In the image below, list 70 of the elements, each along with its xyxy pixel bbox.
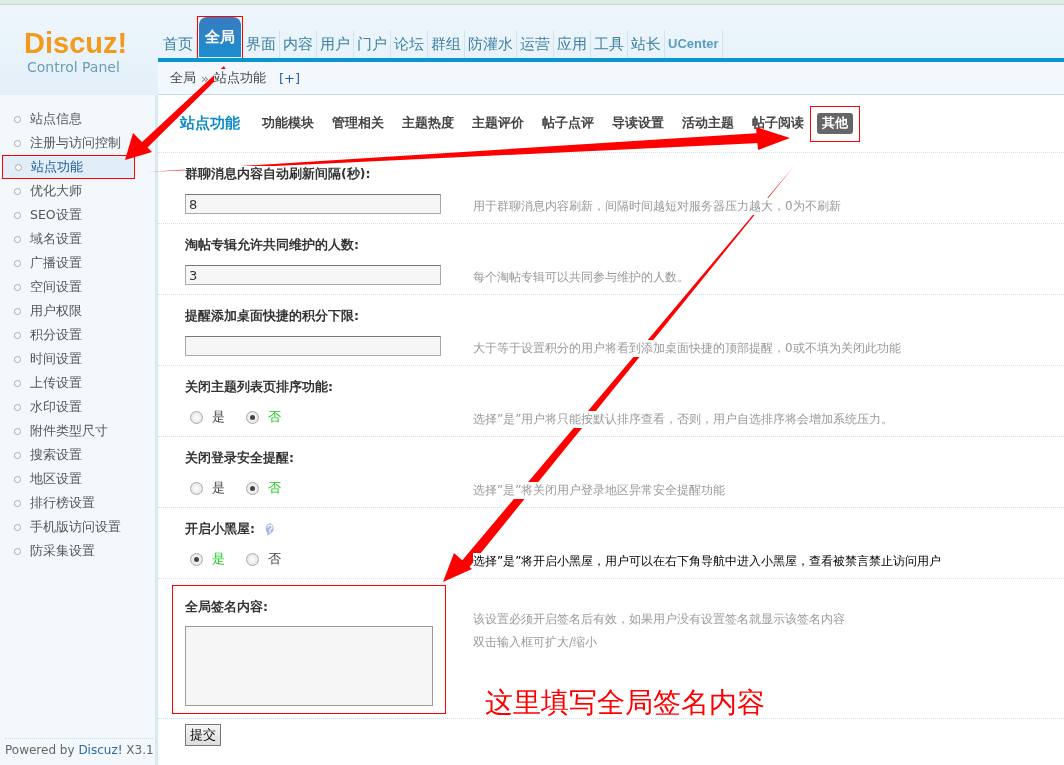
sidebar-item[interactable]: 空间设置 xyxy=(0,275,155,299)
setting-description: 选择”是”将开启小黑屋，用户可以在右下角导航中进入小黑屋，查看被禁言禁止访问用户 xyxy=(473,552,942,570)
sidebar-item[interactable]: 注册与访问控制 xyxy=(0,131,155,155)
footer-link[interactable]: Discuz! xyxy=(78,743,123,757)
sidebar-item[interactable]: 积分设置 xyxy=(0,323,155,347)
sub-tab[interactable]: 导读设置 xyxy=(612,115,664,132)
sidebar-item[interactable]: 附件类型尺寸 xyxy=(0,419,155,443)
setting-description: 选择”是”将关闭用户登录地区异常安全提醒功能 xyxy=(473,481,726,499)
setting-label: 全局签名内容: xyxy=(185,598,268,616)
setting-description: 用于群聊消息内容刷新，间隔时间越短对服务器压力越大，0为不刷新 xyxy=(473,197,841,215)
add-shortcut-link[interactable]: [+] xyxy=(278,70,300,86)
breadcrumb-separator: » xyxy=(201,70,209,86)
sidebar-item[interactable]: 站点信息 xyxy=(0,107,155,131)
logo-subtitle: Control Panel xyxy=(26,59,120,76)
radio-label: 是 xyxy=(212,550,225,568)
setting-label: 开启小黑屋: xyxy=(185,520,255,538)
sidebar-item[interactable]: 地区设置 xyxy=(0,467,155,491)
sidebar-item[interactable]: 水印设置 xyxy=(0,395,155,419)
nav-tab[interactable]: 全局 xyxy=(199,17,241,57)
input-field[interactable]: 3 xyxy=(185,265,441,285)
radio-label: 是 xyxy=(212,408,225,426)
radio-button[interactable] xyxy=(246,410,259,424)
setting-label: 关闭登录安全提醒: xyxy=(185,449,294,467)
setting-label: 淘帖专辑允许共同维护的人数: xyxy=(185,236,359,254)
sidebar-item[interactable]: 广播设置 xyxy=(0,251,155,275)
logo: Discuz! xyxy=(24,27,128,59)
breadcrumb-link[interactable]: 站点功能 xyxy=(213,69,266,87)
radio-label: 否 xyxy=(268,550,281,568)
radio-label: 否 xyxy=(268,408,281,426)
annotation-text: 这里填写全局签名内容 xyxy=(485,685,765,721)
radio-label: 否 xyxy=(268,479,281,497)
sidebar-item[interactable]: 时间设置 xyxy=(0,347,155,371)
sidebar-item[interactable]: 防采集设置 xyxy=(0,539,155,563)
setting-description: 该设置必须开启签名后有效，如果用户没有设置签名就显示该签名内容 xyxy=(473,610,845,628)
sidebar-item[interactable]: SEO设置 xyxy=(0,203,155,227)
footer-text: Powered by Discuz! X3.1 xyxy=(5,738,153,757)
sub-tab[interactable]: 主题热度 xyxy=(402,115,454,132)
sub-tab[interactable]: 管理相关 xyxy=(332,115,384,132)
breadcrumb-link[interactable]: 全局 xyxy=(170,69,196,87)
radio-button[interactable] xyxy=(190,552,203,566)
sidebar-item[interactable]: 手机版访问设置 xyxy=(0,515,155,539)
sidebar-item[interactable]: 排行榜设置 xyxy=(0,491,155,515)
radio-button[interactable] xyxy=(190,481,203,495)
sidebar-item[interactable]: 优化大师 xyxy=(0,179,155,203)
sub-tab[interactable]: 活动主题 xyxy=(682,115,734,132)
sidebar-item[interactable]: 站点功能 xyxy=(3,156,134,178)
sidebar-item[interactable]: 上传设置 xyxy=(0,371,155,395)
sidebar-item[interactable]: 搜索设置 xyxy=(0,443,155,467)
sub-tab[interactable]: 主题评价 xyxy=(472,115,524,132)
sub-tab[interactable]: 功能模块 xyxy=(262,115,314,132)
sub-tab[interactable]: 其他 xyxy=(817,113,853,134)
sub-tab[interactable]: 帖子阅读 xyxy=(752,115,804,132)
radio-label: 是 xyxy=(212,479,225,497)
submit-button[interactable]: 提交 xyxy=(185,724,221,746)
radio-button[interactable] xyxy=(246,552,259,566)
text-area[interactable] xyxy=(185,626,433,706)
radio-button[interactable] xyxy=(190,410,203,424)
setting-label: 关闭主题列表页排序功能: xyxy=(185,378,333,396)
sidebar-item[interactable]: 域名设置 xyxy=(0,227,155,251)
setting-description: 大于等于设置积分的用户将看到添加桌面快捷的顶部提醒，0或不填为关闭此功能 xyxy=(473,339,901,357)
section-title: 站点功能 xyxy=(180,114,240,133)
input-field[interactable] xyxy=(185,336,441,356)
sub-tab[interactable]: 帖子点评 xyxy=(542,115,594,132)
setting-label: 群聊消息内容自动刷新间隔(秒): xyxy=(185,165,371,183)
input-field[interactable]: 8 xyxy=(185,194,441,214)
radio-button[interactable] xyxy=(246,481,259,495)
setting-label: 提醒添加桌面快捷的积分下限: xyxy=(185,307,359,325)
help-icon[interactable] xyxy=(263,522,277,536)
setting-description: 双击输入框可扩大/缩小 xyxy=(473,633,598,651)
sidebar-item[interactable]: 用户权限 xyxy=(0,299,155,323)
